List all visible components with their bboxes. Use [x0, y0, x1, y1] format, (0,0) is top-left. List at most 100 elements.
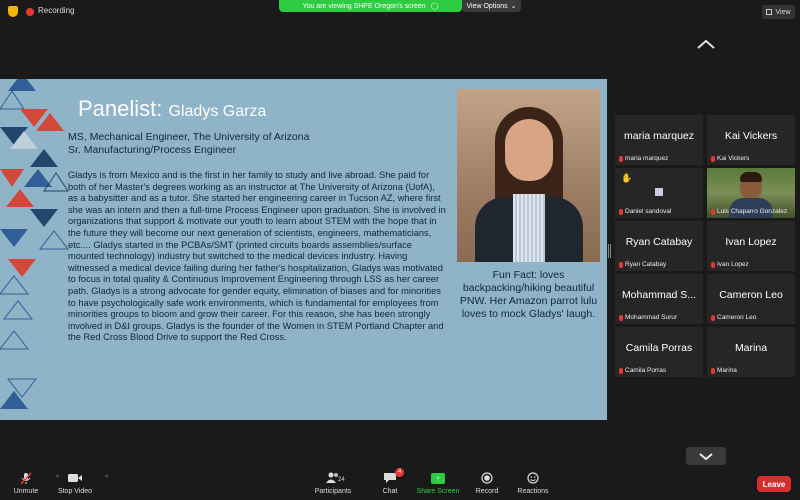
share-screen-button[interactable]: ↑ Share Screen	[413, 472, 463, 495]
video-feed-cam-hair	[740, 172, 762, 182]
participant-label: Camila Porras	[619, 367, 666, 374]
participant-label-text: Luis Chaparro Gonzalez	[717, 208, 788, 215]
participant-tile[interactable]: Mohammad S... Mohammad Surur	[615, 274, 703, 324]
slide-title-prefix: Panelist:	[78, 96, 163, 121]
view-options-button[interactable]: View Options ⌄	[462, 0, 521, 12]
share-banner-text: You are viewing SHPE Oregon's screen	[302, 2, 426, 10]
reactions-button[interactable]: Reactions	[508, 472, 558, 495]
participant-display-name: Camila Porras	[625, 342, 693, 354]
caret-up-icon[interactable]: ^	[105, 472, 108, 485]
shared-screen-slide: Panelist: Gladys Garza MS, Mechanical En…	[0, 79, 607, 420]
stop-video-label: Stop Video	[57, 488, 93, 495]
participant-label: Mohammad Surur	[619, 314, 677, 321]
recording-dot-icon	[26, 8, 34, 16]
muted-mic-icon: ^	[1, 472, 59, 485]
unmute-button[interactable]: ^ Unmute	[1, 472, 59, 495]
chevron-up-icon[interactable]	[696, 36, 716, 50]
credentials-line-1: MS, Mechanical Engineer, The University …	[68, 131, 310, 143]
chat-label: Chat	[382, 488, 398, 495]
muted-mic-icon	[619, 155, 623, 162]
muted-mic-icon	[711, 208, 715, 215]
participant-display-name: Kai Vickers	[724, 130, 778, 142]
participant-label-text: maria marquez	[625, 155, 669, 162]
participant-display-name: Ivan Lopez	[725, 236, 777, 248]
meeting-toolbar: ^ Unmute ^ Stop Video 24 Participants 4 …	[0, 468, 800, 500]
participant-tile[interactable]: Luis Chaparro Gonzalez	[707, 168, 795, 218]
reactions-label: Reactions	[517, 488, 549, 495]
participant-label-text: Marina	[717, 367, 737, 374]
participant-label-text: Camila Porras	[625, 367, 667, 374]
participant-label: Marina	[711, 367, 737, 374]
panelist-name: Gladys Garza	[168, 103, 267, 120]
chat-button[interactable]: 4 Chat	[365, 468, 415, 495]
panelist-credentials: MS, Mechanical Engineer, The University …	[68, 131, 309, 157]
panel-resize-handle[interactable]	[608, 244, 611, 258]
participant-display-name: Marina	[734, 342, 768, 354]
participants-label: Participants	[314, 488, 352, 495]
participant-display-name: Ryan Catabay	[625, 236, 693, 248]
muted-mic-icon	[619, 314, 623, 321]
smiley-plus-icon	[508, 472, 558, 485]
chat-bubble-icon: 4	[365, 468, 415, 485]
record-button[interactable]: Record	[462, 472, 512, 495]
stop-video-button[interactable]: ^ Stop Video	[50, 472, 108, 495]
panelist-bio: Gladys is from Mexico and is the first i…	[68, 170, 446, 343]
gallery-scroll-down-button[interactable]	[686, 447, 726, 465]
record-icon	[462, 472, 512, 485]
unmute-label: Unmute	[13, 488, 39, 495]
muted-mic-icon	[619, 367, 623, 374]
participant-tile[interactable]: ✋ Daniel sandoval	[615, 168, 703, 218]
slide-title: Panelist: Gladys Garza	[78, 96, 266, 122]
participant-label: Ivan Lopez	[711, 261, 749, 268]
participant-label: Daniel sandoval	[619, 208, 671, 215]
participant-label-text: Cameron Leo	[717, 314, 757, 321]
fun-fact: Fun Fact: loves backpacking/hiking beaut…	[459, 269, 598, 320]
avatar-placeholder-icon	[655, 188, 663, 196]
shield-mini-icon: ◯	[430, 3, 439, 10]
video-camera-icon: ^	[50, 472, 108, 485]
participants-icon: 24	[308, 472, 358, 485]
participant-tile[interactable]: Camila Porras Camila Porras	[615, 327, 703, 377]
participant-tile[interactable]: Ivan Lopez Ivan Lopez	[707, 221, 795, 271]
security-shield-icon[interactable]	[8, 6, 18, 17]
credentials-line-2: Sr. Manufacturing/Process Engineer	[68, 144, 237, 156]
participant-tile[interactable]: Marina Marina	[707, 327, 795, 377]
chevron-down-icon	[699, 453, 713, 460]
decorative-triangles	[0, 79, 70, 409]
participant-tile[interactable]: Ryan Catabay Ryan Catabay	[615, 221, 703, 271]
raised-hand-icon: ✋	[621, 173, 633, 183]
muted-mic-icon	[711, 261, 715, 268]
participants-count: 24	[338, 477, 345, 483]
participant-tile[interactable]: maria marquez maria marquez	[615, 115, 703, 165]
leave-button[interactable]: Leave	[757, 476, 791, 492]
photo-shirt	[513, 194, 545, 262]
participant-label-text: Ryan Catabay	[625, 261, 667, 268]
share-screen-icon: ↑	[413, 472, 463, 485]
participant-label: Ryan Catabay	[619, 261, 666, 268]
participant-display-name: Mohammad S...	[621, 289, 697, 301]
participant-label: maria marquez	[619, 155, 668, 162]
grid-icon	[766, 9, 773, 15]
participants-button[interactable]: 24 Participants	[308, 472, 358, 495]
participant-label-text: Kai Vickers	[717, 155, 750, 162]
participant-label-text: Mohammad Surur	[625, 314, 678, 321]
participant-label: Cameron Leo	[711, 314, 756, 321]
view-button[interactable]: View	[762, 5, 795, 19]
muted-mic-icon	[711, 155, 715, 162]
record-label: Record	[475, 488, 499, 495]
view-button-label: View	[775, 8, 791, 16]
participant-tile[interactable]: Cameron Leo Cameron Leo	[707, 274, 795, 324]
chat-unread-badge: 4	[395, 468, 404, 477]
photo-face	[505, 119, 553, 181]
muted-mic-icon	[711, 314, 715, 321]
recording-label: Recording	[38, 6, 75, 15]
participant-label-text: Ivan Lopez	[717, 261, 749, 268]
share-banner: You are viewing SHPE Oregon's screen ◯	[279, 0, 462, 12]
participant-tile[interactable]: Kai Vickers Kai Vickers	[707, 115, 795, 165]
participant-label: Kai Vickers	[711, 155, 749, 162]
top-bar: Recording You are viewing SHPE Oregon's …	[0, 0, 800, 24]
participant-display-name: Cameron Leo	[719, 289, 783, 301]
muted-mic-icon	[711, 367, 715, 374]
share-screen-label: Share Screen	[416, 488, 460, 495]
participant-label: Luis Chaparro Gonzalez	[711, 208, 787, 215]
